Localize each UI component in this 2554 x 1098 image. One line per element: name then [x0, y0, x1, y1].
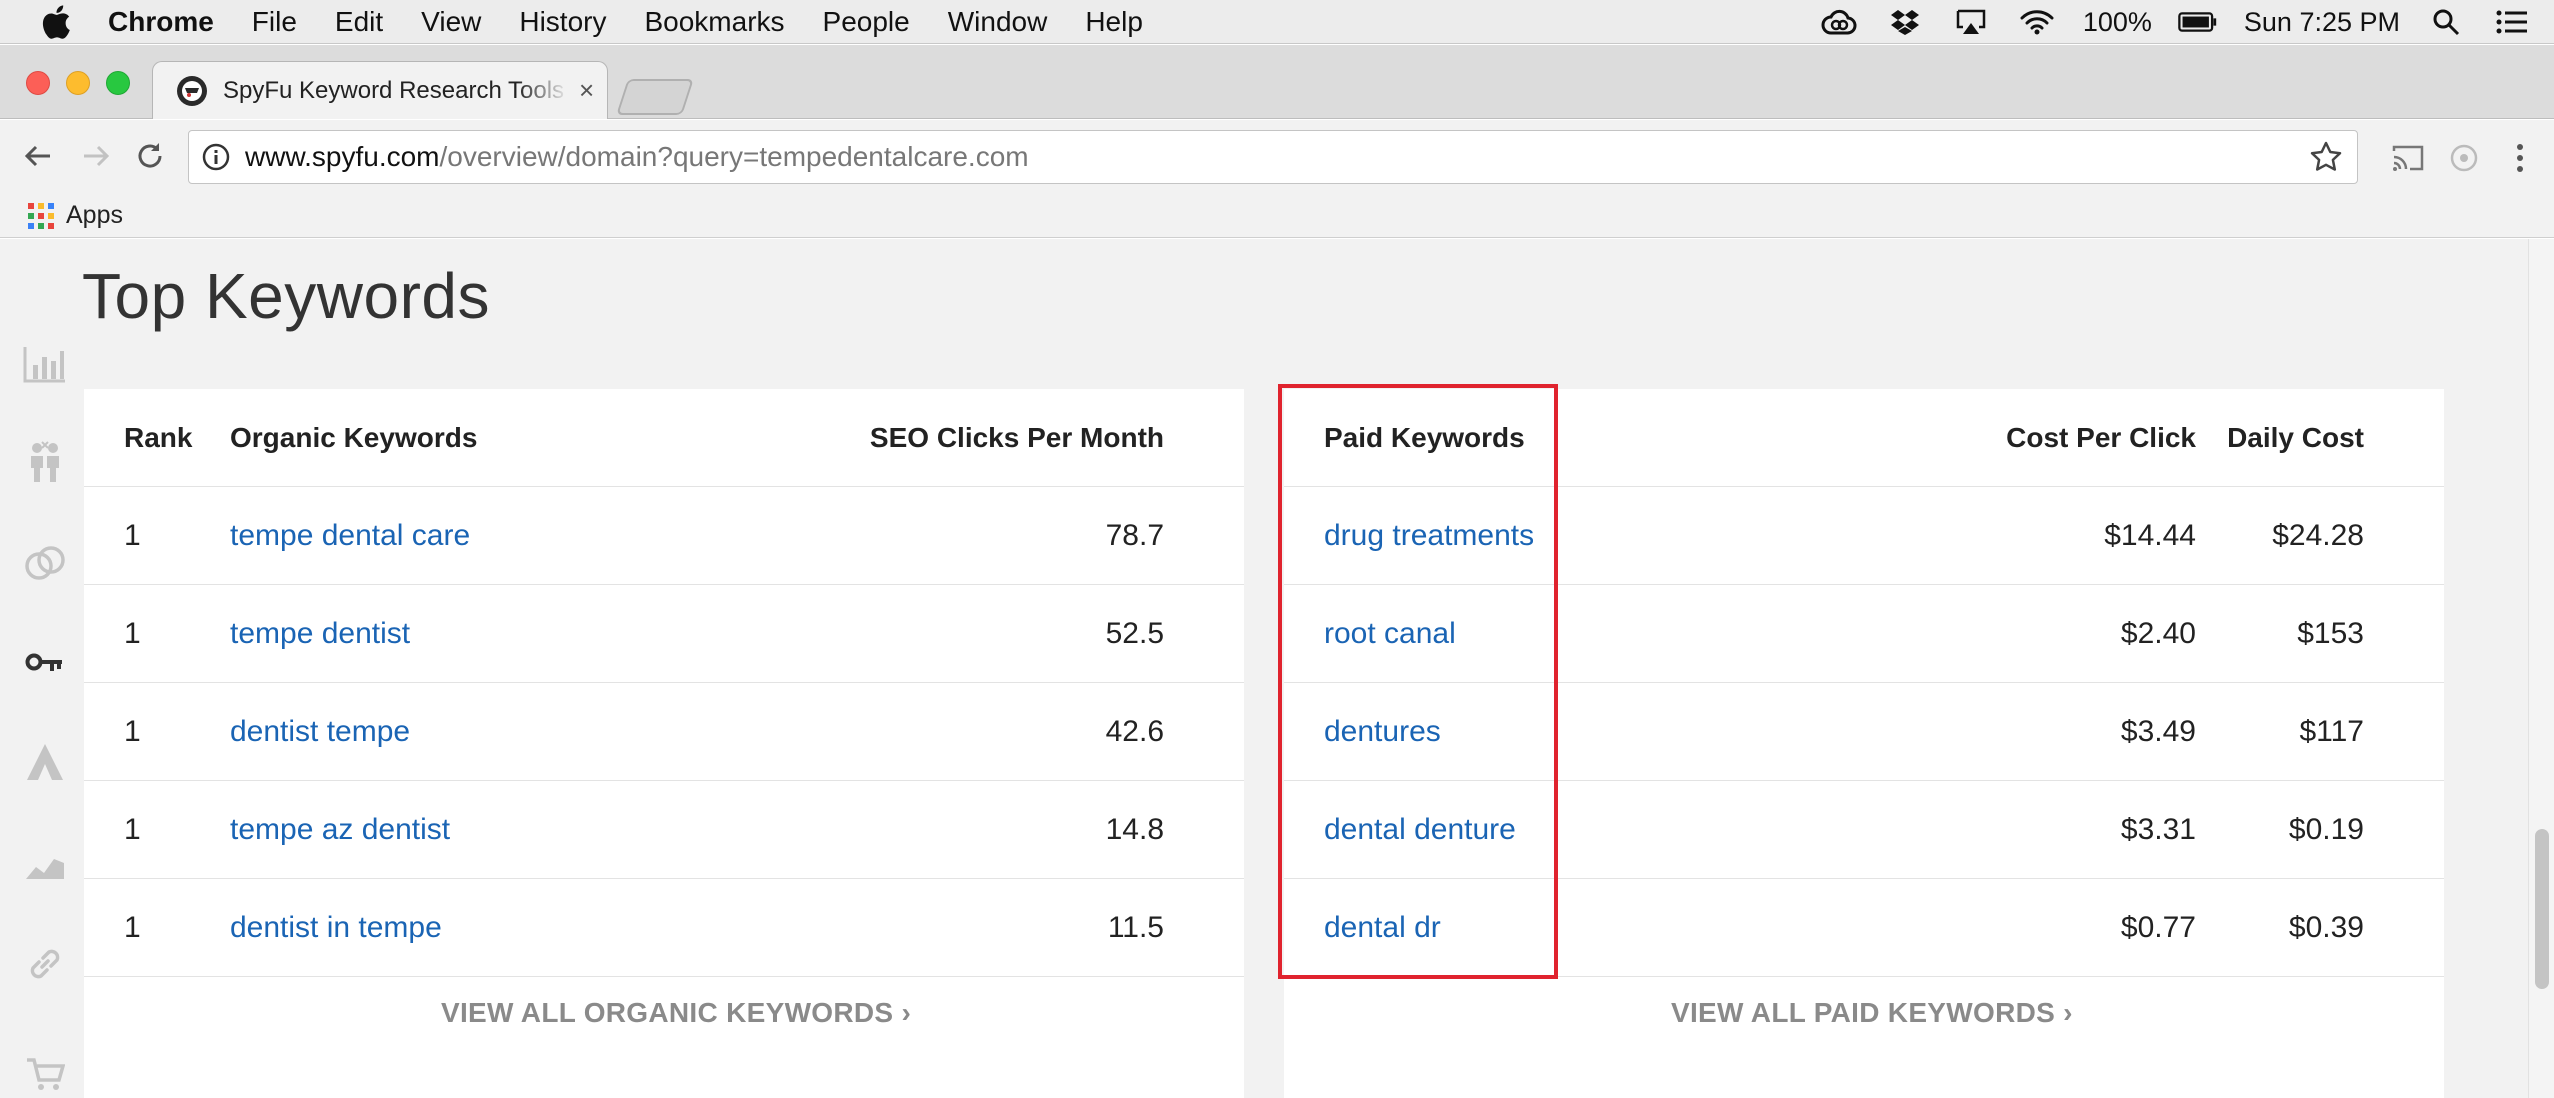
seo-clicks-cell: 52.5 [1105, 617, 1164, 650]
forward-arrow-icon[interactable] [76, 136, 116, 176]
cast-icon[interactable] [2388, 138, 2428, 178]
site-info-icon[interactable] [201, 142, 231, 172]
tab-close-icon[interactable]: × [579, 75, 594, 106]
browser-tab-strip: SpyFu Keyword Research Tools × [0, 45, 2554, 119]
apple-icon[interactable] [38, 4, 74, 40]
url-path: /overview/domain?query=tempedentalcare.c… [439, 141, 1029, 172]
view-all-paid-link[interactable]: VIEW ALL PAID KEYWORDS › [1671, 997, 2073, 1029]
new-tab-button[interactable] [616, 79, 694, 115]
page-viewport: Top Keywords Rank Organic Keywords SEO C… [0, 239, 2528, 1098]
organic-keyword-link[interactable]: dentist in tempe [230, 879, 442, 977]
reload-icon[interactable] [130, 136, 170, 176]
menu-help[interactable]: Help [1085, 6, 1143, 38]
back-arrow-icon[interactable] [18, 136, 58, 176]
browser-toolbar: www.spyfu.com/overview/domain?query=temp… [0, 120, 2554, 194]
spotlight-icon[interactable] [2426, 6, 2466, 38]
page-scrollbar[interactable] [2528, 239, 2554, 1098]
window-close-button[interactable] [26, 71, 50, 95]
seo-clicks-cell: 78.7 [1105, 519, 1164, 552]
menu-window[interactable]: Window [948, 6, 1048, 38]
dropbox-icon[interactable] [1885, 6, 1925, 38]
menubar-clock[interactable]: Sun 7:25 PM [2244, 7, 2400, 38]
bookmarks-bar: Apps [0, 194, 2554, 238]
spyfu-favicon-icon [177, 75, 207, 106]
table-row: 1 tempe dental care 78.7 [84, 487, 1244, 585]
organic-keyword-link[interactable]: dentist tempe [230, 683, 410, 781]
url-host: www.spyfu.com [245, 141, 440, 172]
rank-cell: 1 [124, 715, 141, 748]
table-row: 1 dentist tempe 42.6 [84, 683, 1244, 781]
seo-clicks-cell: 42.6 [1105, 715, 1164, 748]
battery-percent: 100% [2082, 6, 2152, 37]
seo-clicks-header: SEO Clicks Per Month [869, 422, 1164, 453]
battery-icon[interactable] [2178, 6, 2218, 38]
menubar-status-area: 100% Sun 7:25 PM [1819, 0, 2532, 44]
rank-cell: 1 [124, 813, 141, 846]
menu-view[interactable]: View [421, 6, 481, 38]
menu-app-chrome[interactable]: Chrome [108, 6, 214, 38]
seo-clicks-cell: 11.5 [1107, 911, 1164, 944]
cost-per-click-cell: $3.31 [2120, 813, 2196, 846]
menu-bookmarks[interactable]: Bookmarks [644, 6, 784, 38]
address-bar[interactable]: www.spyfu.com/overview/domain?query=temp… [188, 130, 2358, 184]
chrome-menu-icon[interactable] [2500, 138, 2540, 178]
table-row: 1 tempe az dentist 14.8 [84, 781, 1244, 879]
menu-history[interactable]: History [519, 6, 606, 38]
menu-file[interactable]: File [252, 6, 297, 38]
page-title: Top Keywords [82, 260, 490, 332]
bookmark-star-icon[interactable] [2309, 140, 2343, 174]
organic-keyword-link[interactable]: tempe dentist [230, 585, 410, 683]
airplay-icon[interactable] [1951, 6, 1991, 38]
area-chart-icon[interactable] [22, 841, 68, 887]
browser-tab[interactable]: SpyFu Keyword Research Tools × [152, 61, 608, 119]
bar-chart-icon[interactable] [22, 341, 68, 387]
extension-icon[interactable] [2444, 138, 2484, 178]
daily-cost-cell: $0.39 [2288, 911, 2364, 944]
table-row: 1 tempe dentist 52.5 [84, 585, 1244, 683]
adwords-icon[interactable] [22, 739, 68, 785]
apps-grid-icon[interactable] [28, 202, 54, 229]
paid-keywords-highlight-box [1278, 384, 1558, 979]
notification-center-icon[interactable] [2492, 6, 2532, 38]
apps-bookmark[interactable]: Apps [66, 201, 123, 230]
rank-cell: 1 [124, 617, 141, 650]
cost-per-click-cell: $3.49 [2120, 715, 2196, 748]
macos-menubar: Chrome File Edit View History Bookmarks … [0, 0, 2554, 44]
tab-title: SpyFu Keyword Research Tools [223, 76, 565, 104]
organic-keyword-link[interactable]: tempe az dentist [230, 781, 450, 879]
rank-header: Rank [124, 422, 193, 453]
daily-cost-header: Daily Cost [2227, 422, 2364, 453]
daily-cost-cell: $24.28 [2272, 519, 2364, 552]
link-icon[interactable] [22, 941, 68, 987]
seo-clicks-cell: 14.8 [1105, 813, 1164, 846]
daily-cost-cell: $0.19 [2288, 813, 2364, 846]
wifi-icon[interactable] [2017, 6, 2057, 38]
kombat-rings-icon[interactable] [22, 541, 68, 587]
daily-cost-cell: $153 [2297, 617, 2364, 650]
cart-icon[interactable] [22, 1051, 68, 1097]
key-icon[interactable] [22, 641, 68, 687]
cost-per-click-header: Cost Per Click [2006, 422, 2196, 453]
cost-per-click-cell: $0.77 [2120, 911, 2196, 944]
view-all-organic-link[interactable]: VIEW ALL ORGANIC KEYWORDS › [441, 997, 911, 1029]
organic-keywords-header: Organic Keywords [230, 422, 478, 453]
organic-keywords-card: Rank Organic Keywords SEO Clicks Per Mon… [84, 389, 1244, 1098]
daily-cost-cell: $117 [2299, 715, 2364, 748]
organic-keyword-link[interactable]: tempe dental care [230, 487, 470, 585]
cost-per-click-cell: $14.44 [2104, 519, 2196, 552]
rank-cell: 1 [124, 519, 141, 552]
competitors-icon[interactable] [22, 439, 68, 485]
menu-people[interactable]: People [823, 6, 910, 38]
creative-cloud-icon[interactable] [1819, 6, 1859, 38]
scrollbar-thumb[interactable] [2535, 829, 2549, 989]
table-row: 1 dentist in tempe 11.5 [84, 879, 1244, 977]
menu-edit[interactable]: Edit [335, 6, 383, 38]
cost-per-click-cell: $2.40 [2120, 617, 2196, 650]
window-minimize-button[interactable] [66, 71, 90, 95]
organic-table-header: Rank Organic Keywords SEO Clicks Per Mon… [84, 389, 1244, 487]
window-zoom-button[interactable] [106, 71, 130, 95]
rank-cell: 1 [124, 911, 141, 944]
